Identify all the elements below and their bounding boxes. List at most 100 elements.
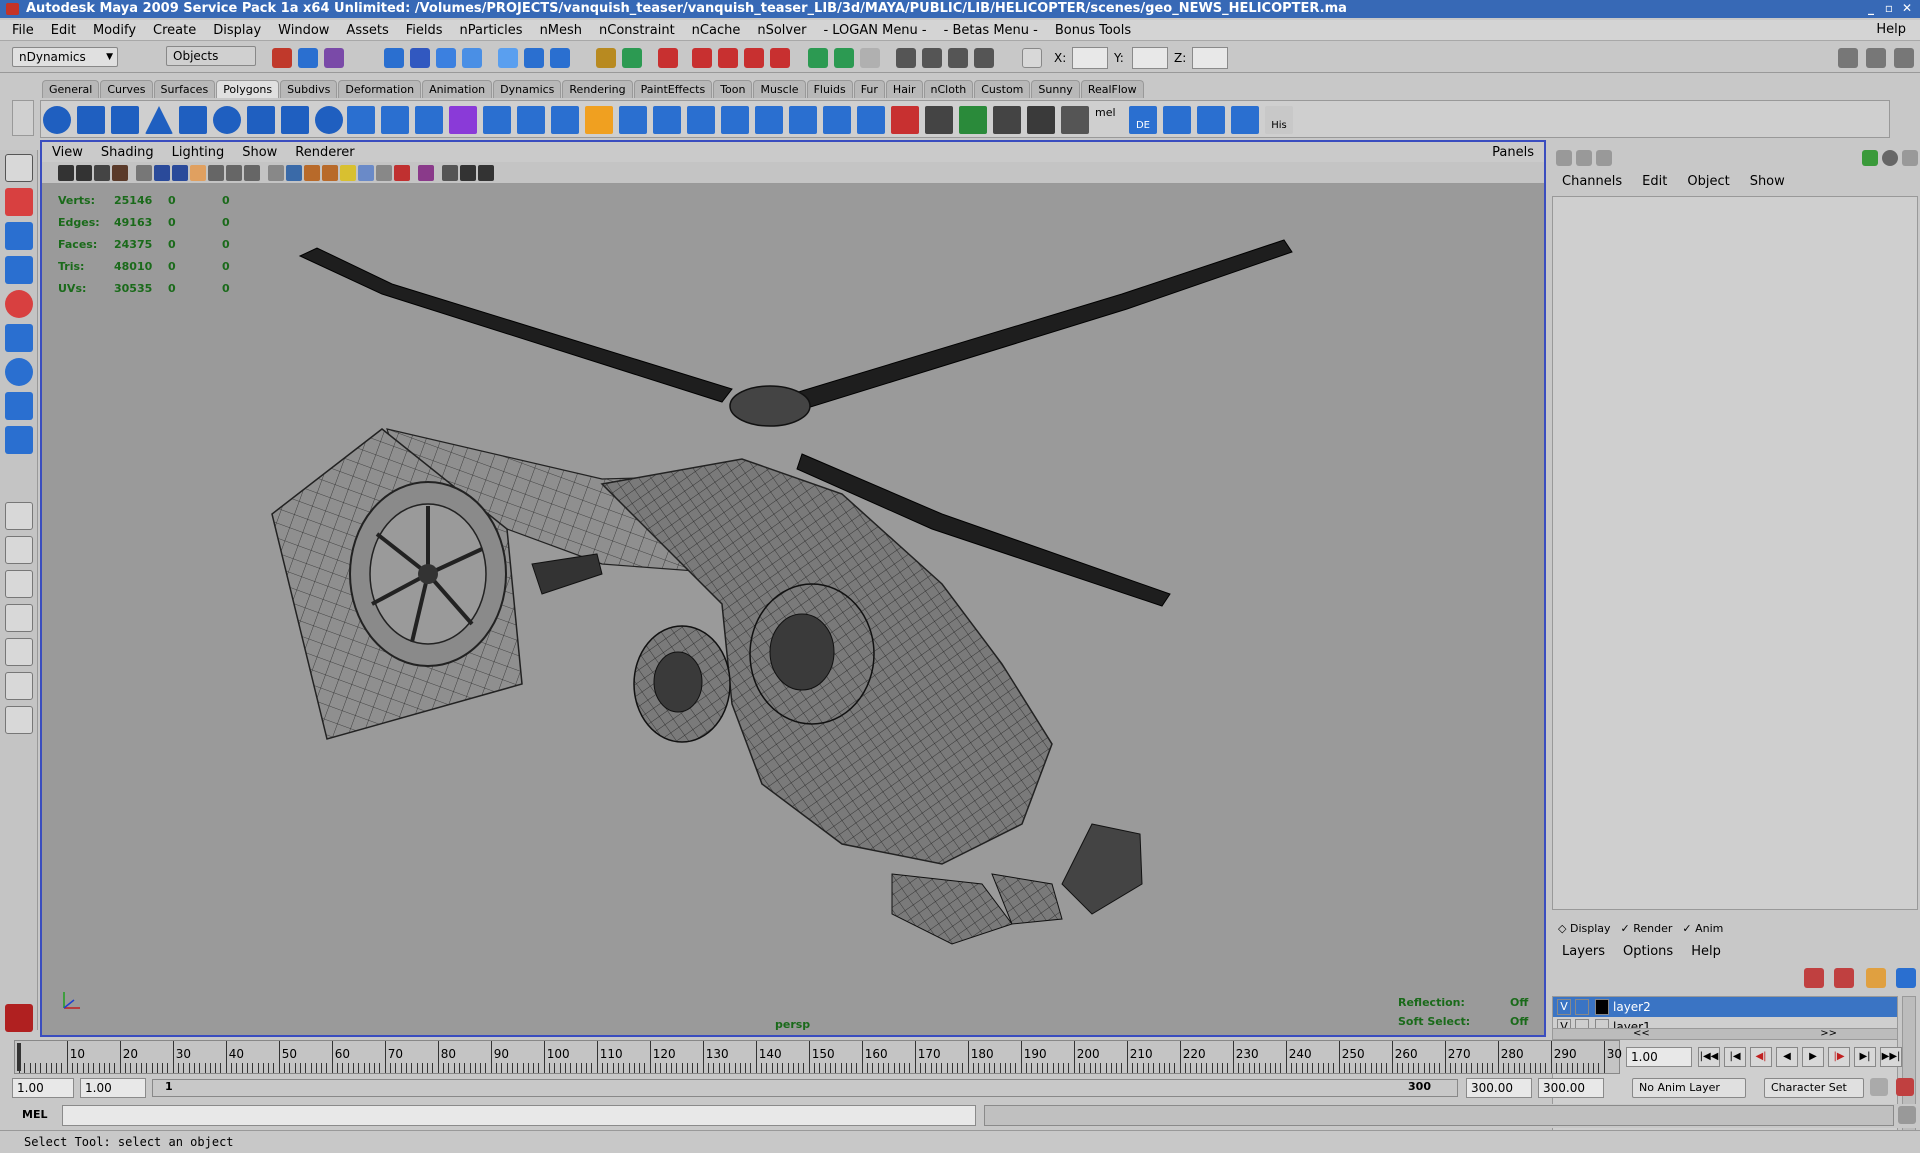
viewport-menu-panels[interactable]: Panels (1492, 145, 1534, 160)
layer-tab-anim[interactable]: ✓ Anim (1682, 922, 1723, 935)
play-forwards-button[interactable]: ▶ (1802, 1047, 1824, 1067)
history-script-icon[interactable]: His (1265, 106, 1293, 134)
checker-icon[interactable] (925, 106, 953, 134)
viewport-menu-lighting[interactable]: Lighting (172, 145, 225, 160)
split-polygon-icon[interactable] (585, 106, 613, 134)
shelf-tab-fluids[interactable]: Fluids (806, 80, 853, 98)
mel-label[interactable]: MEL (22, 1108, 47, 1121)
go-to-start-button[interactable]: |◀◀ (1698, 1047, 1720, 1067)
ipr-render-icon[interactable] (692, 48, 712, 68)
camera-attributes-icon[interactable] (76, 165, 92, 181)
history-icon[interactable] (524, 48, 544, 68)
layer-move-down-icon[interactable] (1896, 968, 1916, 988)
shelf-tab-muscle[interactable]: Muscle (753, 80, 806, 98)
insert-edge-loop-icon[interactable] (619, 106, 647, 134)
layout-options-icon[interactable] (5, 706, 33, 734)
menu-nconstraint[interactable]: nConstraint (599, 23, 675, 38)
menu-modify[interactable]: Modify (93, 23, 136, 38)
layout-toggle-icon[interactable] (478, 165, 494, 181)
maya-logo-icon[interactable] (5, 1004, 33, 1032)
viewport-menu-shading[interactable]: Shading (101, 145, 154, 160)
mel-script-icon[interactable]: mel (1095, 106, 1123, 134)
anim-layer-dropdown[interactable]: No Anim Layer (1632, 1078, 1746, 1098)
shelf-tab-curves[interactable]: Curves (100, 80, 153, 98)
shelf-tab-animation[interactable]: Animation (422, 80, 493, 98)
de-script-icon[interactable]: DE (1129, 106, 1157, 134)
hypergraph-icon[interactable] (1882, 150, 1898, 166)
poly-plane-icon[interactable] (179, 106, 207, 134)
field-chart-icon[interactable] (208, 165, 224, 181)
shelf-tab-painteffects[interactable]: PaintEffects (633, 80, 713, 98)
menu-assets[interactable]: Assets (346, 23, 388, 38)
menu-nparticles[interactable]: nParticles (460, 23, 523, 38)
playback-end-field[interactable]: 300.00 (1466, 1078, 1532, 1098)
y-field[interactable] (1132, 47, 1168, 69)
render-view-icon[interactable] (896, 48, 916, 68)
smooth-shade-icon[interactable] (286, 165, 302, 181)
checker-grid-icon[interactable] (1027, 106, 1055, 134)
menu-display[interactable]: Display (213, 23, 261, 38)
menu-bonus-tools[interactable]: Bonus Tools (1055, 23, 1131, 38)
soften-edge-icon[interactable] (789, 106, 817, 134)
select-by-object-type-icon[interactable] (298, 48, 318, 68)
single-perspective-layout-icon[interactable] (5, 502, 33, 530)
magnet-icon[interactable] (770, 48, 790, 68)
shelf-tab-custom[interactable]: Custom (974, 80, 1031, 98)
minimize-button[interactable]: _ (1864, 2, 1878, 16)
select-tool-icon[interactable] (5, 154, 33, 182)
layer-tab-render[interactable]: ✓ Render (1621, 922, 1673, 935)
snap-view-plane-icon[interactable] (462, 48, 482, 68)
uv-icon[interactable] (1163, 106, 1191, 134)
film-gate-icon[interactable] (154, 165, 170, 181)
grid-icon[interactable] (136, 165, 152, 181)
select-by-component-icon[interactable] (324, 48, 344, 68)
menu-ncache[interactable]: nCache (692, 23, 741, 38)
hypershade-icon[interactable] (744, 48, 764, 68)
create-layer-from-selected-icon[interactable] (1834, 968, 1854, 988)
hypershade-layout-icon[interactable] (5, 638, 33, 666)
harden-edge-icon[interactable] (823, 106, 851, 134)
shelf-tab-dynamics[interactable]: Dynamics (493, 80, 562, 98)
layer2-display-type[interactable] (1575, 999, 1589, 1015)
wireframe-on-shaded-icon[interactable] (304, 165, 320, 181)
sculpt-icon[interactable] (891, 106, 919, 134)
bevel-icon[interactable] (687, 106, 715, 134)
menu-create[interactable]: Create (153, 23, 196, 38)
show-tool-settings-icon[interactable] (834, 48, 854, 68)
channel-box-icon[interactable] (1556, 150, 1572, 166)
layer-menu-layers[interactable]: Layers (1562, 944, 1605, 959)
menu-window[interactable]: Window (278, 23, 329, 38)
separate-icon[interactable] (381, 106, 409, 134)
channel-box-menu-show[interactable]: Show (1750, 174, 1785, 194)
uv-grid-icon[interactable] (1197, 106, 1225, 134)
hud-icon[interactable] (442, 165, 458, 181)
show-channel-box-icon[interactable] (860, 48, 880, 68)
poly-torus-icon[interactable] (213, 106, 241, 134)
persp-viewport[interactable]: Verts: 25146 0 0 Edges: 49163 0 0 Faces: 24375 0… (42, 184, 1544, 1035)
scale-tool-icon[interactable] (5, 324, 33, 352)
viewport-menu-renderer[interactable]: Renderer (295, 145, 354, 160)
checker-flag-icon[interactable] (993, 106, 1021, 134)
x-field[interactable] (1072, 47, 1108, 69)
shelf-tab-hair[interactable]: Hair (885, 80, 923, 98)
xray-icon[interactable] (394, 165, 410, 181)
create-layer-icon[interactable] (1804, 968, 1824, 988)
isolate-select-icon[interactable] (418, 165, 434, 181)
maximize-button[interactable]: ▫ (1882, 2, 1896, 16)
poly-cone-icon[interactable] (145, 106, 173, 134)
gate-mask-icon[interactable] (190, 165, 206, 181)
textured-icon[interactable] (322, 165, 338, 181)
step-back-key-button[interactable]: |◀ (1724, 1047, 1746, 1067)
planar-mapping-icon[interactable] (857, 106, 885, 134)
attribute-editor-toggle-icon[interactable] (1838, 48, 1858, 68)
layer-menu-help[interactable]: Help (1691, 944, 1721, 959)
shelf-tab-fur[interactable]: Fur (853, 80, 885, 98)
key-icon[interactable] (1870, 1078, 1888, 1096)
viewport-menu-view[interactable]: View (52, 145, 83, 160)
shelf-tab-sunny[interactable]: Sunny (1031, 80, 1080, 98)
channel-box-area[interactable] (1552, 196, 1918, 910)
channel-box-menu-channels[interactable]: Channels (1562, 174, 1622, 194)
rotate-tool-icon[interactable] (5, 290, 33, 318)
playblast-icon[interactable] (460, 165, 476, 181)
wireframe-icon[interactable] (268, 165, 284, 181)
